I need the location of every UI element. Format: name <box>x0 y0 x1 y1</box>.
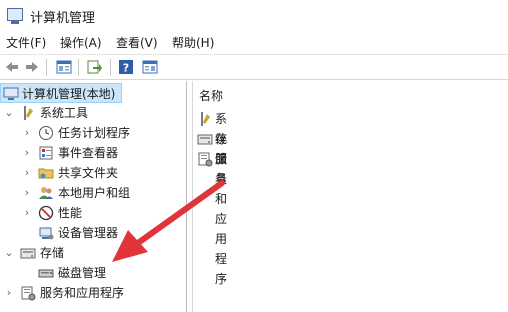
toolbar: ? <box>0 54 508 80</box>
tree-item-label: 计算机管理(本地) <box>22 87 116 101</box>
chevron-right-icon[interactable]: › <box>22 186 32 200</box>
storage-icon <box>197 134 213 145</box>
disk-icon <box>38 269 54 278</box>
tools-icon <box>24 106 33 120</box>
console-tree[interactable]: 计算机管理(本地) ⌄ 系统工具 › 任务计划程序 › 事件查看器 › 共享文件… <box>0 81 187 312</box>
tree-item-event-viewer[interactable]: › 事件查看器 <box>0 143 186 163</box>
device-manager-icon <box>39 227 54 240</box>
tree-item-computer-management[interactable]: 计算机管理(本地) <box>0 83 122 103</box>
chevron-right-icon[interactable]: › <box>4 286 14 300</box>
show-action-pane-icon[interactable] <box>142 59 158 75</box>
export-list-icon[interactable] <box>86 59 102 75</box>
forward-arrow-icon[interactable] <box>24 59 40 75</box>
svg-text:?: ? <box>123 62 129 75</box>
tree-item-label: 任务计划程序 <box>58 126 131 140</box>
toolbar-separator <box>110 59 111 76</box>
chevron-right-icon[interactable]: › <box>22 146 32 160</box>
tree-item-label: 系统工具 <box>40 106 89 120</box>
tools-icon <box>201 112 210 126</box>
chevron-down-icon[interactable]: ⌄ <box>4 246 14 260</box>
tree-item-services-applications[interactable]: › 服务和应用程序 <box>0 283 186 303</box>
window-title: 计算机管理 <box>30 11 96 26</box>
tree-item-label: 存储 <box>40 246 65 260</box>
column-header-name[interactable]: 名称 <box>199 87 223 104</box>
tree-item-performance[interactable]: › 性能 <box>0 203 186 223</box>
computer-management-icon <box>3 87 19 100</box>
tree-item-label: 服务和应用程序 <box>40 286 125 300</box>
storage-icon <box>20 248 36 259</box>
menu-file[interactable]: 文件(F) <box>6 34 46 51</box>
tree-item-label: 设备管理器 <box>58 226 119 240</box>
tree-item-local-users-groups[interactable]: › 本地用户和组 <box>0 183 186 203</box>
title-bar: 计算机管理 <box>0 0 508 30</box>
tree-item-label: 性能 <box>58 206 83 220</box>
clock-icon <box>39 126 53 140</box>
shared-folder-icon <box>38 168 54 179</box>
tree-item-device-manager[interactable]: 设备管理器 <box>0 223 186 243</box>
chevron-right-icon[interactable]: › <box>22 126 32 140</box>
help-icon[interactable]: ? <box>118 59 134 75</box>
tree-item-label: 共享文件夹 <box>58 166 119 180</box>
menu-view[interactable]: 查看(V) <box>116 34 158 51</box>
chevron-right-icon[interactable]: › <box>22 206 32 220</box>
services-icon <box>21 286 36 301</box>
show-console-tree-icon[interactable] <box>56 59 72 75</box>
performance-icon <box>38 205 54 221</box>
toolbar-separator <box>46 59 47 76</box>
chevron-right-icon[interactable]: › <box>22 166 32 180</box>
tree-item-label: 本地用户和组 <box>58 186 131 200</box>
users-icon <box>39 187 53 199</box>
event-viewer-icon <box>39 146 53 160</box>
services-icon <box>198 152 213 167</box>
menu-action[interactable]: 操作(A) <box>60 34 102 51</box>
tree-item-system-tools[interactable]: ⌄ 系统工具 <box>0 103 186 123</box>
tree-item-label: 磁盘管理 <box>58 266 107 280</box>
menu-bar: 文件(F) 操作(A) 查看(V) 帮助(H) <box>0 31 508 53</box>
toolbar-separator <box>78 59 79 76</box>
tree-item-shared-folders[interactable]: › 共享文件夹 <box>0 163 186 183</box>
chevron-down-icon[interactable]: ⌄ <box>4 106 14 120</box>
tree-item-disk-management[interactable]: 磁盘管理 <box>0 263 186 283</box>
computer-management-icon <box>7 8 23 24</box>
tree-item-storage[interactable]: ⌄ 存储 <box>0 243 186 263</box>
tree-item-label: 事件查看器 <box>58 146 119 160</box>
back-arrow-icon[interactable] <box>4 59 20 75</box>
list-item-label: 服务和应用程序 <box>215 152 228 286</box>
tree-item-task-scheduler[interactable]: › 任务计划程序 <box>0 123 186 143</box>
menu-help[interactable]: 帮助(H) <box>172 34 214 51</box>
detail-list-pane[interactable]: 名称 系统工具 存储 服务和应用程序 <box>192 81 508 312</box>
